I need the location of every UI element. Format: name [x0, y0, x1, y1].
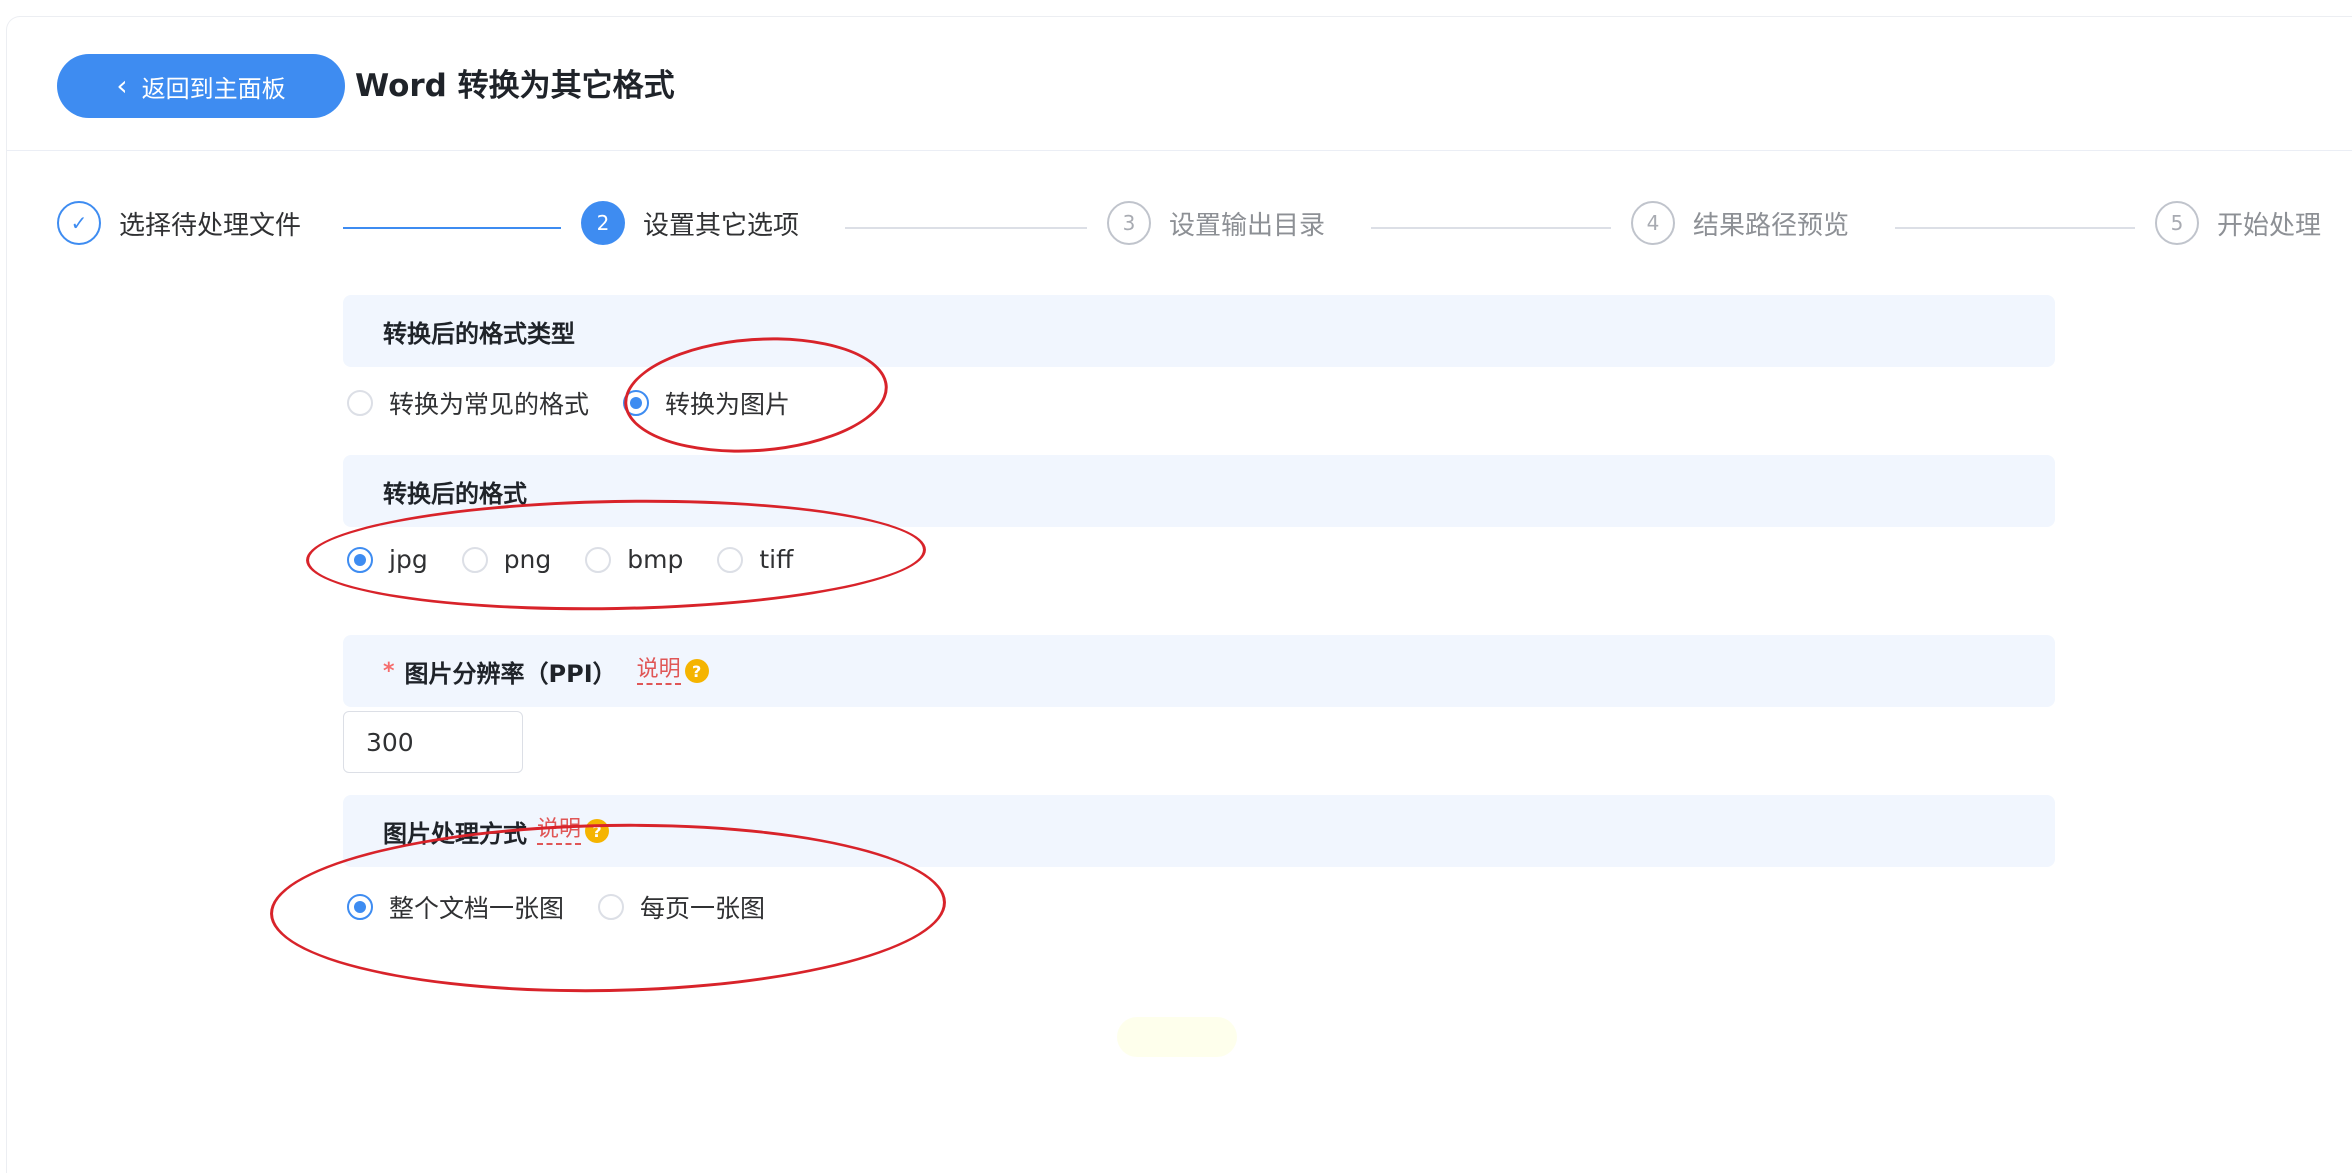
faint-highlight — [1117, 1017, 1237, 1057]
step-connector — [845, 227, 1087, 229]
radio-label: 转换为常见的格式 — [389, 390, 590, 419]
radio-whole-document[interactable]: 整个文档一张图 — [347, 889, 564, 925]
radio-tiff[interactable]: tiff — [717, 545, 793, 574]
radio-to-image[interactable]: 转换为图片 — [623, 385, 790, 421]
radio-dot[interactable] — [717, 546, 744, 573]
mode-section-title: 图片处理方式 说明 ? — [343, 795, 2055, 867]
required-mark: * — [383, 658, 395, 684]
step-select-files[interactable]: ✓ 选择待处理文件 — [57, 201, 301, 245]
radio-label: 整个文档一张图 — [389, 894, 565, 923]
radio-label: 转换为图片 — [665, 390, 791, 419]
ppi-input[interactable] — [343, 711, 523, 773]
format-type-radio-group: 转换为常见的格式 转换为图片 — [347, 385, 824, 421]
radio-label: bmp — [627, 545, 684, 574]
step-label: 设置输出目录 — [1169, 210, 1326, 241]
section-title: 图片分辨率（PPI） — [404, 659, 617, 688]
section-title: 转换后的格式 — [383, 479, 527, 508]
resolution-help-link[interactable]: 说明 — [636, 657, 681, 685]
step-label: 结果路径预览 — [1693, 210, 1850, 241]
format-radio-group: jpg png bmp tiff — [347, 545, 827, 574]
section-title: 图片处理方式 — [383, 819, 527, 848]
step-indicator: ✓ 选择待处理文件 2 设置其它选项 3 设置输出目录 4 结果路径预览 5 开… — [7, 197, 2352, 257]
step-label: 选择待处理文件 — [119, 210, 302, 241]
radio-dot[interactable] — [461, 546, 488, 573]
radio-common-format[interactable]: 转换为常见的格式 — [347, 385, 589, 421]
step-other-options[interactable]: 2 设置其它选项 — [581, 201, 799, 245]
help-icon[interactable]: ? — [585, 819, 610, 843]
check-icon: ✓ — [57, 201, 101, 245]
step-number: 5 — [2155, 201, 2199, 245]
step-number: 4 — [1631, 201, 1675, 245]
section-title: 转换后的格式类型 — [383, 319, 575, 348]
page-header: ‹ 返回到主面板 Word 转换为其它格式 — [7, 17, 2352, 151]
radio-dot[interactable] — [598, 894, 625, 920]
step-output-dir[interactable]: 3 设置输出目录 — [1107, 201, 1325, 245]
radio-dot[interactable] — [585, 546, 612, 573]
chevron-left-icon: ‹ — [116, 69, 128, 102]
radio-bmp[interactable]: bmp — [585, 545, 683, 574]
step-number: 2 — [581, 201, 625, 245]
radio-label: tiff — [759, 545, 794, 574]
mode-radio-group: 整个文档一张图 每页一张图 — [347, 889, 799, 925]
format-type-section-title: 转换后的格式类型 — [343, 295, 2055, 367]
radio-label: jpg — [389, 545, 428, 574]
step-connector — [1895, 227, 2135, 229]
back-to-dashboard-button[interactable]: ‹ 返回到主面板 — [57, 54, 345, 118]
back-button-label: 返回到主面板 — [141, 74, 286, 103]
resolution-section-title: * 图片分辨率（PPI） 说明 ? — [343, 635, 2055, 707]
help-icon[interactable]: ? — [684, 659, 709, 683]
page-title: Word 转换为其它格式 — [355, 68, 675, 104]
main-panel: ‹ 返回到主面板 Word 转换为其它格式 ✓ 选择待处理文件 2 设置其它选项… — [6, 16, 2352, 1173]
radio-dot[interactable] — [347, 546, 373, 573]
step-label: 开始处理 — [2217, 210, 2322, 241]
step-result-preview[interactable]: 4 结果路径预览 — [1631, 201, 1849, 245]
radio-dot[interactable] — [623, 390, 650, 416]
step-label: 设置其它选项 — [643, 210, 800, 241]
step-number: 3 — [1107, 201, 1151, 245]
step-connector — [343, 227, 561, 229]
step-connector — [1371, 227, 1611, 229]
radio-per-page[interactable]: 每页一张图 — [598, 889, 765, 925]
radio-png[interactable]: png — [461, 545, 552, 574]
format-section-title: 转换后的格式 — [343, 455, 2055, 527]
radio-jpg[interactable]: jpg — [347, 545, 428, 574]
radio-dot[interactable] — [347, 390, 373, 416]
radio-dot[interactable] — [347, 894, 373, 920]
radio-label: png — [503, 545, 552, 574]
mode-help-link[interactable]: 说明 — [537, 817, 582, 845]
radio-label: 每页一张图 — [640, 894, 766, 923]
step-start-processing[interactable]: 5 开始处理 — [2155, 201, 2321, 245]
